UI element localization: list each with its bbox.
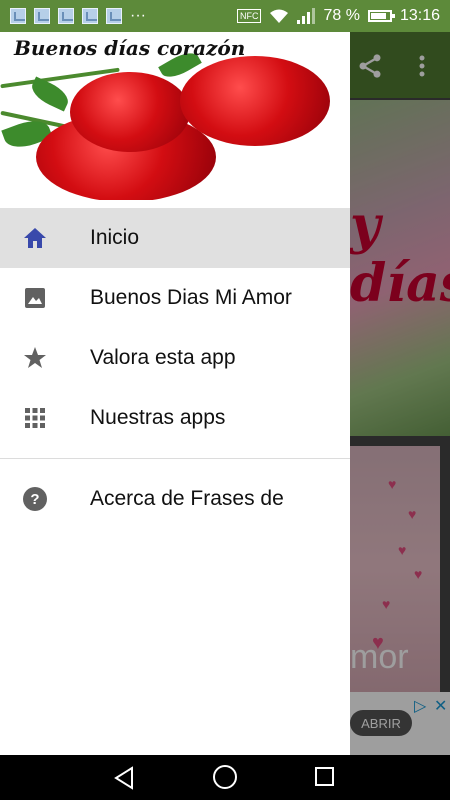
system-nav-bar — [0, 755, 450, 800]
recent-apps-icon[interactable] — [315, 767, 334, 786]
apps-grid-icon — [22, 406, 48, 430]
image-icon — [22, 286, 48, 310]
menu-item-inicio[interactable]: Inicio — [0, 208, 350, 268]
menu-item-label: Nuestras apps — [90, 406, 226, 429]
navigation-drawer: Buenos días corazón Inicio Buenos Dias M… — [0, 32, 350, 755]
leaf — [27, 76, 73, 112]
battery-icon — [367, 10, 395, 22]
image-notification-icon — [58, 8, 74, 24]
menu-item-valora[interactable]: Valora esta app — [0, 328, 350, 388]
rose — [180, 56, 330, 146]
svg-text:?: ? — [30, 491, 39, 508]
system-status-area: NFC 78 % 13:16 — [236, 7, 440, 25]
home-icon — [22, 226, 48, 250]
image-notification-icon — [106, 8, 122, 24]
battery-percent: 78 % — [323, 7, 360, 24]
rose — [70, 72, 190, 152]
star-icon — [22, 346, 48, 370]
drawer-header-title: Buenos días corazón — [14, 36, 246, 60]
drawer-header-image: Buenos días corazón — [0, 32, 350, 200]
image-notification-icon — [34, 8, 50, 24]
menu-divider — [0, 458, 350, 459]
menu-item-buenos-dias[interactable]: Buenos Dias Mi Amor — [0, 268, 350, 328]
home-button-icon[interactable] — [213, 765, 237, 789]
clock: 13:16 — [399, 7, 440, 24]
menu-item-label: Valora esta app — [90, 346, 236, 369]
nfc-icon: NFC — [236, 9, 262, 23]
wifi-icon — [270, 9, 289, 23]
image-notification-icon — [10, 8, 26, 24]
menu-item-label: Buenos Dias Mi Amor — [90, 286, 292, 309]
image-notification-icon — [82, 8, 98, 24]
help-icon: ? — [22, 487, 48, 511]
menu-item-nuestras-apps[interactable]: Nuestras apps — [0, 388, 350, 448]
notification-area: ··· — [10, 7, 146, 25]
signal-icon — [297, 8, 316, 24]
menu-item-label: Acerca de Frases de — [90, 487, 284, 510]
drawer-menu: Inicio Buenos Dias Mi Amor Valora esta a… — [0, 208, 350, 529]
back-icon[interactable] — [112, 766, 136, 790]
menu-item-acerca-de[interactable]: ? Acerca de Frases de — [0, 469, 350, 529]
menu-item-label: Inicio — [90, 226, 140, 249]
more-notifications-indicator: ··· — [130, 7, 146, 24]
status-bar: ··· NFC 78 % 13:16 — [0, 0, 450, 32]
